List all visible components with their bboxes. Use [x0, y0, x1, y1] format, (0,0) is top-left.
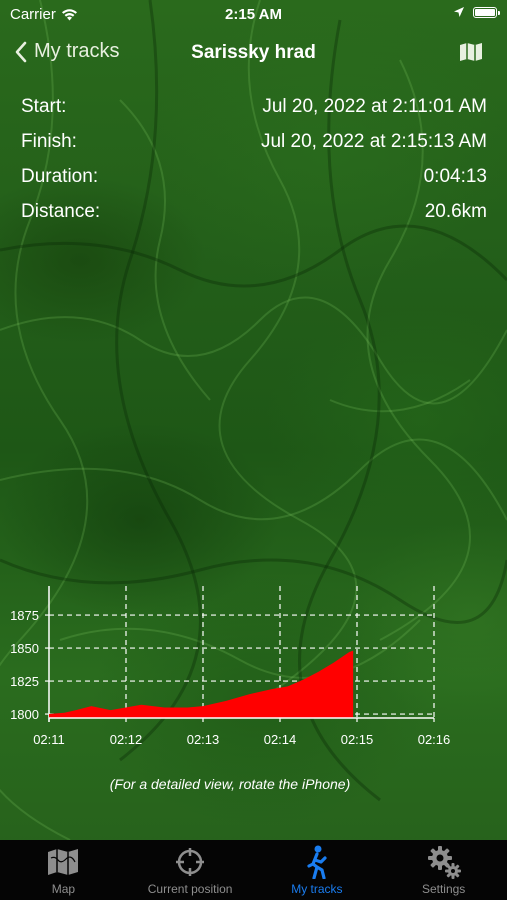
tab-bar: Map Current position My tracks Settings: [0, 840, 507, 900]
tab-label: My tracks: [291, 882, 343, 896]
x-tick-label: 02:15: [341, 732, 374, 747]
info-label: Duration:: [21, 166, 99, 187]
info-row-distance: Distance: 20.6km: [21, 201, 487, 236]
battery-icon: [473, 6, 500, 18]
elevation-area: [49, 650, 354, 718]
walking-person-icon: [307, 845, 327, 879]
crosshair-icon: [176, 848, 205, 876]
x-tick-label: 02:12: [110, 732, 143, 747]
tab-map[interactable]: Map: [0, 840, 127, 900]
screen: Carrier 2:15 AM My tracks Sarissky hrad: [0, 0, 507, 900]
tab-my-tracks[interactable]: My tracks: [254, 840, 381, 900]
info-label: Distance:: [21, 201, 101, 222]
x-tick-label: 02:16: [418, 732, 451, 747]
x-tick-label: 02:14: [264, 732, 297, 747]
info-value: 20.6km: [424, 201, 487, 222]
tab-label: Current position: [147, 882, 233, 896]
elevation-chart: 1800 1825 1850 1875 02:11 02:12 02:13 02:14 02:1…: [0, 578, 507, 758]
x-tick-label: 02:13: [187, 732, 220, 747]
info-row-duration: Duration: 0:04:13: [21, 166, 487, 201]
map-icon: [48, 849, 79, 875]
tab-label: Map: [51, 882, 76, 896]
status-bar: Carrier 2:15 AM: [0, 0, 507, 28]
y-tick-label: 1875: [10, 608, 39, 623]
page-title: Sarissky hrad: [191, 42, 316, 63]
status-right: [453, 6, 500, 18]
location-arrow-icon: [454, 7, 464, 17]
y-tick-label: 1850: [10, 641, 39, 656]
status-time: 2:15 AM: [225, 6, 282, 23]
info-label: Finish:: [21, 131, 77, 152]
gears-icon: [427, 846, 461, 879]
folded-map-icon: [460, 43, 482, 61]
tab-current-position[interactable]: Current position: [127, 840, 254, 900]
tab-settings[interactable]: Settings: [380, 840, 507, 900]
map-view-button[interactable]: [459, 42, 483, 67]
info-row-finish: Finish: Jul 20, 2022 at 2:15:13 AM: [21, 131, 487, 166]
info-value: 0:04:13: [423, 166, 487, 187]
y-tick-label: 1825: [10, 674, 39, 689]
x-tick-label: 02:11: [33, 732, 65, 747]
rotate-hint: (For a detailed view, rotate the iPhone): [109, 776, 351, 792]
elevation-chart-svg: 1800 1825 1850 1875 02:11 02:12 02:13 02:14 02:1…: [10, 586, 451, 747]
info-value: Jul 20, 2022 at 2:15:13 AM: [260, 131, 487, 152]
tab-label: Settings: [421, 882, 466, 896]
info-row-start: Start: Jul 20, 2022 at 2:11:01 AM: [21, 96, 487, 131]
track-info: Start: Jul 20, 2022 at 2:11:01 AM Finish…: [21, 96, 487, 236]
navigation-bar: My tracks Sarissky hrad: [0, 32, 507, 76]
info-value: Jul 20, 2022 at 2:11:01 AM: [262, 96, 487, 117]
y-tick-label: 1800: [10, 707, 39, 722]
info-label: Start:: [21, 96, 67, 117]
